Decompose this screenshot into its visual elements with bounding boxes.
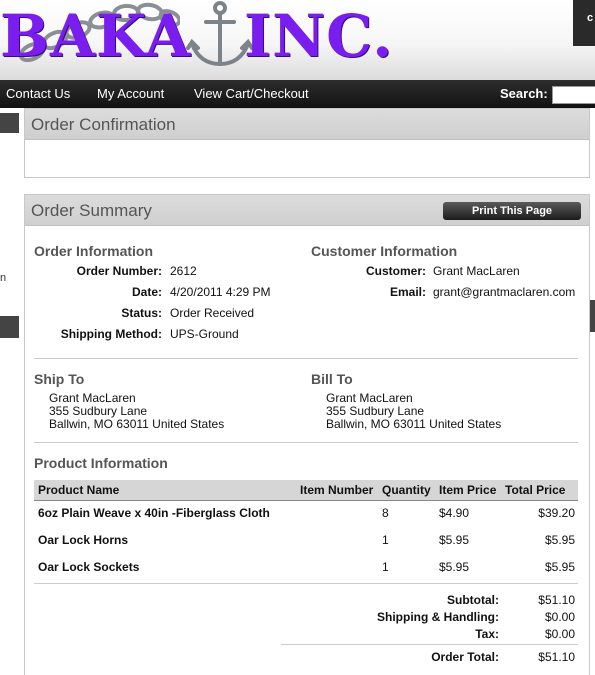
nav-contact-us[interactable]: Contact Us	[6, 80, 70, 108]
column-header: Item Price	[439, 483, 497, 497]
nav-my-account[interactable]: My Account	[97, 80, 164, 108]
search-label: Search:	[500, 86, 548, 101]
order-confirmation-header: Order Confirmation	[25, 109, 589, 140]
product-total-price: $5.95	[544, 560, 575, 574]
order-summary-header: Order Summary Print This Page	[25, 195, 589, 226]
product-name[interactable]: Oar Lock Horns	[38, 533, 128, 547]
bill-to-title: Bill To	[311, 371, 353, 387]
column-header: Item Number	[300, 483, 374, 497]
product-quantity: 8	[382, 506, 389, 520]
corner-text: c	[587, 12, 594, 24]
status-label: Status:	[121, 306, 162, 320]
order-total-label: Order Total:	[431, 650, 499, 664]
product-name[interactable]: Oar Lock Sockets	[38, 560, 139, 574]
nav-view-cart[interactable]: View Cart/Checkout	[194, 80, 309, 108]
main-nav: Contact Us My Account View Cart/Checkout…	[0, 80, 595, 108]
status-value: Order Received	[170, 306, 255, 320]
print-page-button[interactable]: Print This Page	[443, 202, 581, 220]
divider	[34, 358, 578, 359]
email-value[interactable]: grant@grantmaclaren.com	[433, 285, 575, 299]
customer-value: Grant MacLaren	[433, 264, 520, 278]
product-quantity: 1	[382, 560, 389, 574]
shipping-handling-value: $0.00	[544, 610, 575, 624]
column-header: Total Price	[505, 483, 566, 497]
order-number-label: Order Number:	[76, 264, 162, 278]
order-confirmation-panel: Order Confirmation	[24, 108, 590, 178]
column-header: Product Name	[38, 483, 120, 497]
subtotal-label: Subtotal:	[447, 593, 499, 607]
product-quantity: 1	[382, 533, 389, 547]
shipping-handling-label: Shipping & Handling:	[377, 610, 499, 624]
product-total-price: $5.95	[544, 533, 575, 547]
date-value: 4/20/2011 4:29 PM	[170, 285, 271, 299]
order-confirmation-title: Order Confirmation	[31, 115, 176, 134]
product-name[interactable]: 6oz Plain Weave x 40in -Fiberglass Cloth	[38, 506, 270, 520]
corner-widget[interactable]: c	[573, 0, 595, 46]
tax-label: Tax:	[475, 627, 499, 641]
ship-to-city: Ballwin, MO 63011 United States	[49, 417, 225, 431]
product-info-title: Product Information	[34, 455, 168, 471]
logo-text-left[interactable]: BAKA	[0, 6, 191, 66]
divider	[34, 583, 578, 584]
bill-to-city: Ballwin, MO 63011 United States	[326, 417, 502, 431]
logo-text-right[interactable]: INC.	[244, 6, 393, 66]
shipping-method-value: UPS-Ground	[170, 327, 239, 341]
ship-to-title: Ship To	[34, 371, 85, 387]
customer-info-title: Customer Information	[311, 243, 458, 259]
divider	[281, 644, 578, 645]
search-input[interactable]	[552, 86, 595, 104]
sidebar-stub-text: n	[0, 272, 7, 284]
subtotal-value: $51.10	[538, 593, 575, 607]
sidebar-stub-mid	[0, 316, 19, 338]
column-header: Quantity	[382, 483, 431, 497]
email-label: Email:	[389, 285, 426, 299]
date-label: Date:	[131, 285, 162, 299]
product-item-price: $5.95	[439, 560, 470, 574]
order-total-value: $51.10	[538, 650, 575, 664]
divider	[34, 442, 578, 443]
order-info-title: Order Information	[34, 243, 154, 259]
tax-value: $0.00	[544, 627, 575, 641]
order-summary-title: Order Summary	[31, 201, 152, 220]
shipping-method-label: Shipping Method:	[60, 327, 162, 341]
sidebar-stub-top	[0, 113, 19, 133]
product-total-price: $39.20	[538, 506, 575, 520]
customer-label: Customer:	[365, 264, 426, 278]
order-number-value: 2612	[170, 264, 197, 278]
product-item-price: $5.95	[439, 533, 470, 547]
product-table-header: Product Name Item Number Quantity Item P…	[34, 480, 578, 501]
site-header: BAKA INC. c	[0, 0, 595, 80]
product-item-price: $4.90	[439, 506, 470, 520]
